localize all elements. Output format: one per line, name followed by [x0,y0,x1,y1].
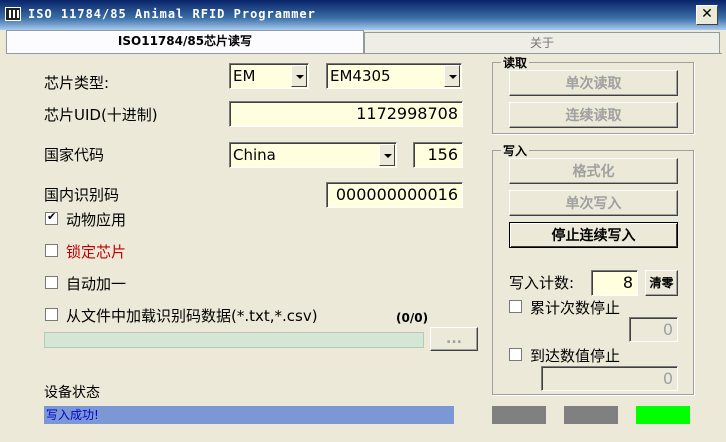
animal-app-checkbox[interactable] [45,210,58,225]
device-status-bar: 写入成功! [44,406,454,424]
lock-chip-label: 锁定芯片 [66,243,127,261]
chip-type-label: 芯片类型: [44,74,110,92]
country-select[interactable]: China [229,142,397,168]
format-button[interactable]: 格式化 [509,158,678,184]
auto-increment-checkbox[interactable] [45,276,58,289]
stop-on-value-checkbox[interactable] [509,348,522,361]
clear-count-button[interactable]: 清零 [645,270,678,296]
indicator-lamp-2 [564,406,618,424]
window-title: ISO 11784/85 Animal RFID Programmer [28,7,316,21]
tab-about[interactable]: 关于 [364,32,720,54]
national-id-label: 国内识别码 [44,186,120,204]
chip-type-2-value: EM4305 [330,67,391,85]
app-icon [5,7,21,21]
tab-chip-rw[interactable]: ISO11784/85芯片读写 [6,30,364,54]
write-group-title: 写入 [501,142,530,159]
tab-divider [6,53,722,54]
chip-uid-field[interactable]: 1172998708 [229,101,463,127]
indicator-lamp-3 [636,406,690,424]
title-bar: ISO 11784/85 Animal RFID Programmer ✕ [0,0,726,30]
chevron-down-icon[interactable] [379,144,395,166]
single-write-button[interactable]: 单次写入 [509,190,678,216]
chip-type-select-2[interactable]: EM4305 [326,63,462,89]
indicator-lamp-1 [492,406,546,424]
load-file-label: 从文件中加载识别码数据(*.txt,*.csv) [66,307,318,325]
file-progress-count: (0/0) [396,311,429,325]
stop-continuous-write-button[interactable]: 停止连续写入 [509,222,678,248]
chip-uid-label: 芯片UID(十进制) [44,106,158,124]
browse-button[interactable]: ... [430,327,478,351]
file-progress-bar [44,332,424,348]
tab-strip: ISO11784/85芯片读写 关于 [6,30,724,54]
national-id-field[interactable]: 000000000016 [326,182,463,208]
stop-on-count-field[interactable]: 0 [629,317,678,342]
close-button[interactable]: ✕ [696,5,718,25]
stop-on-count-checkbox[interactable] [509,300,522,313]
chip-type-select-1[interactable]: EM [229,63,309,89]
read-group-title: 读取 [501,54,530,71]
stop-on-value-field[interactable]: 0 [541,366,678,391]
chevron-down-icon[interactable] [444,65,460,87]
chip-type-1-value: EM [233,67,256,85]
write-count-field[interactable]: 8 [591,270,638,296]
continuous-read-button[interactable]: 连续读取 [509,102,678,128]
lock-chip-checkbox[interactable] [45,244,58,257]
country-name-value: China [233,146,276,164]
auto-increment-label: 自动加一 [66,275,127,293]
single-read-button[interactable]: 单次读取 [509,70,678,96]
stop-on-count-label: 累计次数停止 [530,299,621,317]
animal-app-label: 动物应用 [66,211,127,229]
write-count-label: 写入计数: [509,274,575,292]
chevron-down-icon[interactable] [291,65,307,87]
device-status-text: 写入成功! [46,408,99,422]
country-code-field[interactable]: 156 [413,142,463,168]
device-status-label: 设备状态 [44,385,100,401]
load-file-checkbox[interactable] [45,308,58,321]
country-code-label: 国家代码 [44,146,105,164]
stop-on-value-label: 到达数值停止 [530,347,621,365]
